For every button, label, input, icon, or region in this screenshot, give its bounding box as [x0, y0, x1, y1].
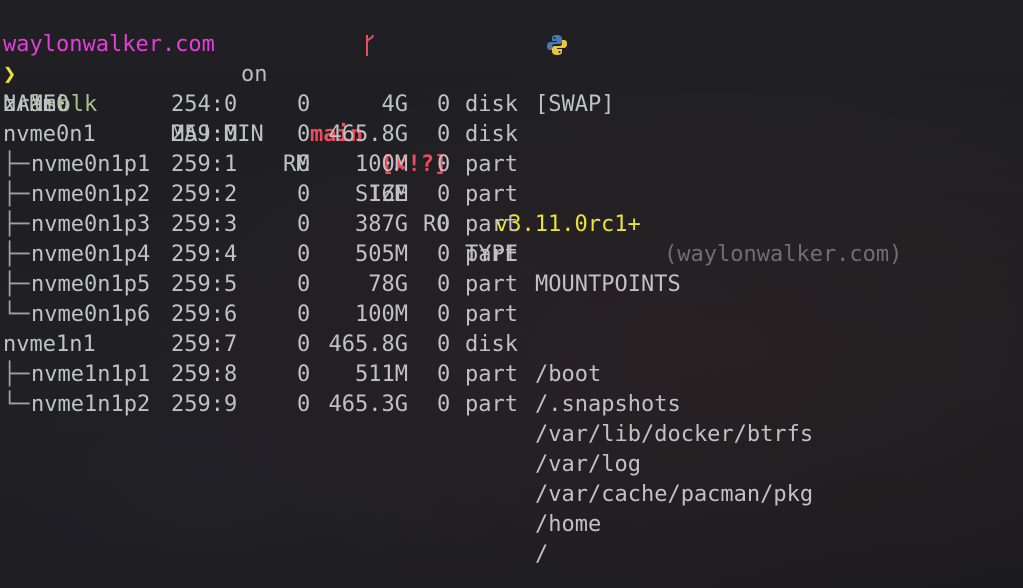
- table-header: NAME MAJ:MIN RM SIZE RO TYPE MOUNTPOINTS: [3, 60, 681, 297]
- device-majmin: 254:0: [171, 92, 238, 117]
- command-line: ❯ lsblk: [3, 30, 97, 117]
- tree-connector: ├─: [3, 242, 30, 267]
- tree-connector: ├─: [3, 362, 30, 387]
- device-type: disk: [465, 92, 518, 117]
- device-majmin: 259:0: [171, 122, 238, 147]
- device-ro: 0: [437, 302, 451, 327]
- device-rm: 0: [297, 392, 311, 417]
- device-rm: 0: [297, 212, 311, 237]
- device-type: part: [465, 392, 518, 417]
- tree-connector: ├─: [3, 272, 30, 297]
- device-name: nvme0n1p1: [31, 152, 151, 177]
- device-mountpoint: /var/lib/docker/btrfs: [535, 422, 814, 447]
- device-mountpoint: [SWAP]: [535, 92, 615, 117]
- device-type: part: [465, 302, 518, 327]
- device-size: 78G: [368, 272, 408, 297]
- device-majmin: 259:7: [171, 332, 238, 357]
- device-mountpoint: /.snapshots: [535, 392, 681, 417]
- device-name: nvme0n1p2: [31, 182, 151, 207]
- prompt-on: on: [241, 62, 268, 87]
- device-name: nvme0n1p5: [31, 272, 151, 297]
- device-ro: 0: [437, 332, 451, 357]
- device-ro: 0: [437, 272, 451, 297]
- tree-connector: └─: [3, 392, 30, 417]
- prompt-line: waylonwalker.com on main [✘!?] v3.11.0rc…: [3, 0, 902, 267]
- device-ro: 0: [437, 182, 451, 207]
- device-majmin: 259:1: [171, 152, 238, 177]
- device-rm: 0: [297, 242, 311, 267]
- device-rm: 0: [297, 122, 311, 147]
- device-name: nvme0n1p4: [31, 242, 151, 267]
- device-type: part: [465, 362, 518, 387]
- device-ro: 0: [437, 92, 451, 117]
- device-majmin: 259:6: [171, 302, 238, 327]
- tree-connector: ├─: [3, 212, 30, 237]
- device-name: nvme0n1: [3, 122, 96, 147]
- device-ro: 0: [437, 392, 451, 417]
- device-size: 465.8G: [328, 122, 408, 147]
- device-mountpoint: /boot: [535, 362, 602, 387]
- python-icon: [467, 4, 568, 55]
- device-name: nvme0n1p6: [31, 302, 151, 327]
- device-name: nvme1n1p1: [31, 362, 151, 387]
- device-size: 387G: [355, 212, 408, 237]
- device-name: nvme1n1: [3, 332, 96, 357]
- device-type: part: [465, 212, 518, 237]
- device-mountpoint: /var/cache/pacman/pkg: [535, 482, 814, 507]
- device-majmin: 259:5: [171, 272, 238, 297]
- device-type: disk: [465, 332, 518, 357]
- device-name: zram0: [3, 92, 70, 117]
- device-majmin: 259:8: [171, 362, 238, 387]
- device-type: part: [465, 242, 518, 267]
- device-type: part: [465, 272, 518, 297]
- device-majmin: 259:2: [171, 182, 238, 207]
- device-rm: 0: [297, 272, 311, 297]
- device-size: 505M: [355, 242, 408, 267]
- device-size: 100M: [355, 302, 408, 327]
- header-mountpoints: MOUNTPOINTS: [535, 272, 681, 297]
- device-size: 16M: [368, 182, 408, 207]
- device-ro: 0: [437, 362, 451, 387]
- git-branch-icon: [283, 0, 376, 99]
- device-name: nvme0n1p3: [31, 212, 151, 237]
- device-rm: 0: [297, 152, 311, 177]
- device-rm: 0: [297, 362, 311, 387]
- device-rm: 0: [297, 302, 311, 327]
- prompt-virtualenv: (waylonwalker.com): [664, 242, 903, 267]
- device-majmin: 259:9: [171, 392, 238, 417]
- device-ro: 0: [437, 212, 451, 237]
- device-ro: 0: [437, 122, 451, 147]
- device-size: 465.3G: [328, 392, 408, 417]
- device-size: 4G: [381, 92, 409, 117]
- device-mountpoint: /home: [535, 512, 602, 537]
- device-size: 465.8G: [328, 332, 408, 357]
- device-type: part: [465, 182, 518, 207]
- device-type: part: [465, 152, 518, 177]
- terminal-window[interactable]: waylonwalker.com on main [✘!?] v3.11.0rc…: [0, 0, 1023, 588]
- device-rm: 0: [297, 92, 311, 117]
- device-mountpoint: /var/log: [535, 452, 641, 477]
- device-size: 100M: [355, 152, 408, 177]
- device-majmin: 259:4: [171, 242, 238, 267]
- tree-connector: ├─: [3, 152, 30, 177]
- device-name: nvme1n1p2: [31, 392, 151, 417]
- device-rm: 0: [297, 332, 311, 357]
- device-rm: 0: [297, 182, 311, 207]
- device-type: disk: [465, 122, 518, 147]
- device-size: 511M: [355, 362, 408, 387]
- device-ro: 0: [437, 152, 451, 177]
- device-ro: 0: [437, 242, 451, 267]
- tree-connector: └─: [3, 302, 30, 327]
- tree-connector: ├─: [3, 182, 30, 207]
- device-mountpoint: /: [535, 542, 549, 567]
- device-majmin: 259:3: [171, 212, 238, 237]
